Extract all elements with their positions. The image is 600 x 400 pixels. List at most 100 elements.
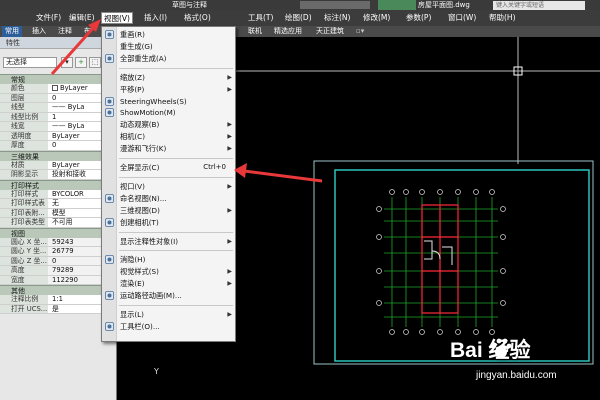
tab-tangent-arch[interactable]: 天正建筑 bbox=[316, 26, 344, 37]
tab-annotate[interactable]: 注释 bbox=[58, 26, 72, 37]
property-row[interactable]: 圆心 X 坐... 59243 bbox=[0, 237, 116, 247]
property-row[interactable]: 高度 79289 bbox=[0, 266, 116, 276]
view-menu-item[interactable]: 平移(P) ▶ bbox=[102, 84, 236, 95]
menu-dimension[interactable]: 标注(N) bbox=[322, 12, 352, 24]
property-section-header[interactable]: 常规 bbox=[0, 74, 116, 84]
view-menu-item[interactable]: 全部重生成(A) bbox=[102, 53, 236, 64]
tab-insert[interactable]: 插入 bbox=[32, 26, 46, 37]
property-name: 线型比例 bbox=[0, 112, 48, 121]
property-row[interactable]: 打印表附... 模型 bbox=[0, 208, 116, 218]
view-menu-item[interactable]: 渲染(E) ▶ bbox=[102, 278, 236, 289]
view-menu-item[interactable]: 创建相机(T) bbox=[102, 217, 236, 228]
toolbar-icon bbox=[105, 321, 114, 331]
property-row[interactable]: 材质 ByLayer bbox=[0, 160, 116, 170]
view-menu-item-label: 命名视图(N)... bbox=[120, 193, 167, 203]
property-name: 打印表类型 bbox=[0, 218, 48, 227]
add-selection-icon[interactable]: + bbox=[75, 57, 87, 68]
watermark-url: jingyan.baidu.com bbox=[476, 370, 557, 381]
property-row[interactable]: 线宽 —— ByLa bbox=[0, 122, 116, 132]
submenu-arrow-icon: ▶ bbox=[227, 237, 232, 245]
menu-window[interactable]: 窗口(W) bbox=[446, 12, 478, 24]
property-section-header[interactable]: 打印样式 bbox=[0, 179, 116, 190]
property-row[interactable]: 透明度 ByLayer bbox=[0, 131, 116, 141]
view-menu-item[interactable]: 运动路径动画(M)... bbox=[102, 290, 236, 301]
view-menu-item[interactable]: 显示注释性对象(I) ▶ bbox=[102, 236, 236, 247]
property-row[interactable]: 打开 UCS... 是 bbox=[0, 304, 116, 314]
view-menu-item[interactable]: 动态观察(B) ▶ bbox=[102, 119, 236, 130]
motion-path-icon bbox=[105, 291, 114, 300]
view-menu-item[interactable]: 显示(L) ▶ bbox=[102, 309, 236, 320]
menu-help[interactable]: 帮助(H) bbox=[487, 12, 518, 24]
property-row[interactable]: 注释比例 1:1 bbox=[0, 295, 116, 305]
property-row[interactable]: 打印样式表无 bbox=[0, 199, 116, 209]
create-camera-icon bbox=[105, 217, 114, 227]
property-value-text: 0 bbox=[52, 93, 57, 102]
view-menu-item[interactable]: 视觉样式(S) ▶ bbox=[102, 266, 236, 277]
view-menu-item[interactable]: 重画(R) bbox=[102, 29, 236, 40]
menu-draw[interactable]: 绘图(D) bbox=[283, 12, 314, 24]
property-row[interactable]: 阴影显示 投射和接收 bbox=[0, 170, 116, 180]
menu-file[interactable]: 文件(F) bbox=[34, 12, 63, 24]
property-row[interactable]: 厚度 0 bbox=[0, 141, 116, 151]
redraw-icon bbox=[105, 30, 114, 39]
property-row[interactable]: 图层 0 bbox=[0, 93, 116, 103]
view-menu-item[interactable]: 漫游和飞行(K) ▶ bbox=[102, 143, 236, 154]
property-row[interactable]: 打印样式 BYCOLOR bbox=[0, 189, 116, 199]
view-menu-item-label: 动态观察(B) bbox=[120, 120, 160, 130]
view-menu-item[interactable]: 视口(V) ▶ bbox=[102, 181, 236, 192]
property-row[interactable]: 线型比例 1 bbox=[0, 112, 116, 122]
submenu-arrow-icon: ▶ bbox=[227, 311, 232, 318]
property-row[interactable]: 宽度 112290 bbox=[0, 275, 116, 285]
tab-layout[interactable]: 布 bbox=[84, 26, 91, 37]
toggle-pickadd-icon[interactable]: ▾ bbox=[61, 57, 73, 68]
menu-view[interactable]: 视图(V) bbox=[101, 12, 133, 24]
submenu-arrow-icon: ▶ bbox=[227, 268, 232, 276]
menu-modify[interactable]: 修改(M) bbox=[361, 12, 392, 24]
property-section-header[interactable]: 三维效果 bbox=[0, 150, 116, 161]
view-menu-item[interactable]: 全屏显示(C) Ctrl+0 bbox=[102, 162, 236, 173]
view-menu-item[interactable]: 重生成(G) bbox=[102, 41, 236, 52]
view-menu-item[interactable]: SteeringWheels(S) bbox=[102, 96, 236, 107]
property-value-text: 59243 bbox=[52, 237, 74, 246]
tab-home[interactable]: 常用 bbox=[2, 26, 22, 37]
property-value-text: ByLayer bbox=[52, 131, 80, 140]
view-menu-item-label: 相机(C) bbox=[120, 132, 146, 142]
select-objects-icon[interactable]: ⬚ bbox=[89, 57, 101, 68]
view-menu-item[interactable]: 工具栏(O)... bbox=[102, 321, 236, 332]
submenu-arrow-icon: ▶ bbox=[227, 85, 232, 93]
menu-tools[interactable]: 工具(T) bbox=[246, 12, 275, 24]
property-section-header[interactable]: 其他 bbox=[0, 285, 116, 295]
submenu-arrow-icon: ▶ bbox=[227, 73, 232, 81]
view-menu-item[interactable]: 命名视图(N)... bbox=[102, 193, 236, 204]
menu-format[interactable]: 格式(O) bbox=[182, 12, 213, 24]
view-menu-item-label: 缩放(Z) bbox=[120, 72, 145, 82]
view-menu-item[interactable]: 消隐(H) bbox=[102, 254, 236, 265]
menu-separator bbox=[119, 250, 233, 252]
selection-dropdown[interactable]: 无选择 bbox=[3, 57, 57, 68]
search-input[interactable]: 键入关键字或短语 bbox=[493, 1, 585, 10]
property-row[interactable]: 圆心 Y 坐... 26779 bbox=[0, 247, 116, 257]
submenu-arrow-icon: ▶ bbox=[227, 280, 232, 288]
view-menu-item[interactable]: ShowMotion(M) bbox=[102, 107, 236, 118]
property-section-header[interactable]: 视图 bbox=[0, 227, 116, 238]
menu-parametric[interactable]: 参数(P) bbox=[404, 12, 433, 24]
tab-online[interactable]: 联机 bbox=[248, 26, 262, 37]
menu-separator bbox=[119, 231, 233, 233]
property-name: 线宽 bbox=[0, 122, 48, 131]
property-row[interactable]: 打印表类型 不可用 bbox=[0, 218, 116, 228]
view-menu-item[interactable]: 相机(C) ▶ bbox=[102, 131, 236, 142]
submenu-arrow-icon: ▶ bbox=[227, 121, 232, 129]
property-row[interactable]: 圆心 Z 坐... 0 bbox=[0, 256, 116, 266]
submenu-arrow-icon: ▶ bbox=[227, 206, 232, 214]
property-row[interactable]: 颜色 ByLayer bbox=[0, 84, 116, 94]
menu-insert[interactable]: 插入(I) bbox=[142, 12, 169, 24]
view-menu-item[interactable]: 缩放(Z) ▶ bbox=[102, 72, 236, 83]
menu-edit[interactable]: 编辑(E) bbox=[67, 12, 97, 24]
property-name: 线型 bbox=[0, 103, 48, 112]
view-menu-item[interactable]: 三维视图(D) ▶ bbox=[102, 205, 236, 216]
property-value-text: 26779 bbox=[52, 247, 74, 255]
ribbon-toggle-icon[interactable]: ▫▾ bbox=[356, 26, 364, 37]
tab-featured-apps[interactable]: 精选应用 bbox=[274, 26, 302, 37]
property-row[interactable]: 线型 —— ByLa bbox=[0, 103, 116, 113]
properties-list: 常规 颜色 ByLayer 图层 0 线型 —— ByLa 线型比例 1 线宽 —— ByLa 透明度… bbox=[0, 74, 116, 314]
